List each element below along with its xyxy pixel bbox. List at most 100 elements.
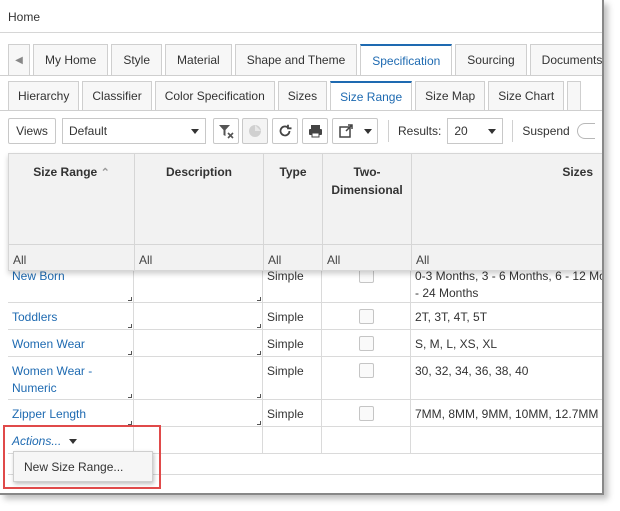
resize-handle[interactable] <box>128 297 132 301</box>
view-select-value: Default <box>69 124 108 138</box>
table-row: Zipper Length Simple 7MM, 8MM, 9MM, 10MM… <box>8 400 602 427</box>
description-cell[interactable] <box>134 330 263 356</box>
type-cell: Simple <box>263 330 322 356</box>
two-dimensional-checkbox[interactable] <box>358 406 374 421</box>
table-row: Women Wear Simple S, M, L, XS, XL <box>8 330 602 357</box>
column-title: Type <box>279 165 307 179</box>
description-cell[interactable] <box>134 357 263 399</box>
tab-my-home[interactable]: My Home <box>33 44 109 75</box>
results-select[interactable]: 20 <box>447 118 504 144</box>
resize-handle[interactable] <box>257 421 261 425</box>
description-cell[interactable] <box>134 400 263 426</box>
column-header-size-range[interactable]: Size Range ⌃ All <box>9 154 135 272</box>
two-dimensional-cell <box>322 357 411 399</box>
description-cell[interactable] <box>134 303 263 329</box>
tab-size-range[interactable]: Size Range <box>330 81 413 110</box>
size-range-link[interactable]: Women Wear - Numeric <box>12 364 92 395</box>
resize-handle[interactable] <box>257 394 261 398</box>
empty-cell <box>411 427 602 453</box>
column-title: Two- Dimensional <box>331 165 403 197</box>
table-row: Women Wear - Numeric Simple 30, 32, 34, … <box>8 357 602 400</box>
filter-two-dimensional[interactable]: All <box>323 244 411 272</box>
chevron-down-icon <box>363 128 372 134</box>
tab-shape-and-theme[interactable]: Shape and Theme <box>234 44 358 75</box>
app-window: Home ◀ My Home Style Material Shape and … <box>0 0 604 495</box>
sizes-cell: 7MM, 8MM, 9MM, 10MM, 12.7MM <box>415 407 599 421</box>
views-label: Views <box>16 124 48 138</box>
tab-sizes[interactable]: Sizes <box>277 81 328 110</box>
sub-tab-bar: Hierarchy Classifier Color Specification… <box>8 81 584 110</box>
type-cell: Simple <box>263 400 322 426</box>
resize-handle[interactable] <box>128 394 132 398</box>
size-range-cell: Toddlers <box>8 303 134 329</box>
resize-handle[interactable] <box>128 324 132 328</box>
views-button[interactable]: Views <box>8 118 56 144</box>
highlight-box <box>3 425 161 489</box>
sizes-cell: 30, 32, 34, 36, 38, 40 <box>415 364 529 378</box>
size-range-cell: Women Wear <box>8 330 134 356</box>
empty-cell <box>322 427 411 453</box>
table-row: Toddlers Simple 2T, 3T, 4T, 5T <box>8 303 602 330</box>
tab-sourcing[interactable]: Sourcing <box>455 44 527 75</box>
suspend-label: Suspend <box>522 124 570 138</box>
home-label[interactable]: Home <box>8 10 40 24</box>
filter-size-range[interactable]: All <box>9 244 134 272</box>
clear-filter-icon[interactable] <box>213 118 239 144</box>
tab-size-map[interactable]: Size Map <box>415 81 486 110</box>
column-title: Description <box>165 165 232 179</box>
breadcrumb: Home <box>0 0 602 33</box>
chevron-down-icon <box>191 128 199 134</box>
tab-specification[interactable]: Specification <box>360 44 453 75</box>
tab-size-chart[interactable]: Size Chart <box>488 81 565 110</box>
two-dimensional-checkbox[interactable] <box>358 336 374 351</box>
tab-divider <box>0 75 602 76</box>
sub-tab-divider <box>0 110 602 111</box>
tab-material[interactable]: Material <box>165 44 232 75</box>
two-dimensional-cell <box>322 303 411 329</box>
main-tab-bar: ◀ My Home Style Material Shape and Theme… <box>8 44 602 75</box>
column-header-description[interactable]: Description All <box>135 154 264 272</box>
column-header-two-dimensional[interactable]: Two- Dimensional All <box>323 154 412 272</box>
export-icon <box>338 124 353 138</box>
tab-documents[interactable]: Documents <box>529 44 602 75</box>
column-header-sizes[interactable]: Sizes All <box>412 154 602 272</box>
toolbar-separator <box>512 120 514 142</box>
tab-hierarchy[interactable]: Hierarchy <box>8 81 80 110</box>
results-label: Results: <box>398 124 442 138</box>
chart-icon[interactable] <box>242 118 268 144</box>
view-select[interactable]: Default <box>62 118 206 144</box>
filter-type[interactable]: All <box>264 244 322 272</box>
grid-header: Size Range ⌃ All Description All Type Al… <box>8 153 602 272</box>
chevron-down-icon <box>488 128 497 134</box>
tab-style[interactable]: Style <box>111 44 163 75</box>
sort-ascending-icon[interactable]: ⌃ <box>101 167 110 179</box>
toolbar-separator <box>388 120 389 142</box>
export-menu-button[interactable] <box>332 118 378 144</box>
refresh-icon[interactable] <box>272 118 298 144</box>
empty-cell <box>263 427 322 453</box>
print-icon[interactable] <box>302 118 328 144</box>
tab-overflow[interactable] <box>567 81 582 110</box>
toolbar: Views Default Results: 20 Suspend <box>8 117 595 145</box>
suspend-toggle[interactable] <box>576 123 595 139</box>
column-header-type[interactable]: Type All <box>264 154 323 272</box>
column-title: Size Range <box>33 165 98 179</box>
size-range-link[interactable]: Zipper Length <box>12 407 86 421</box>
two-dimensional-cell <box>322 330 411 356</box>
resize-handle[interactable] <box>257 297 261 301</box>
resize-handle[interactable] <box>257 324 261 328</box>
two-dimensional-checkbox[interactable] <box>358 309 374 324</box>
size-range-link[interactable]: Toddlers <box>12 310 57 324</box>
two-dimensional-checkbox[interactable] <box>358 363 374 378</box>
filter-sizes[interactable]: All <box>412 244 602 272</box>
resize-handle[interactable] <box>257 351 261 355</box>
size-range-cell: Women Wear - Numeric <box>8 357 134 399</box>
tab-scroll-left-icon[interactable]: ◀ <box>8 44 30 75</box>
resize-handle[interactable] <box>128 351 132 355</box>
size-range-cell: Zipper Length <box>8 400 134 426</box>
size-range-link[interactable]: Women Wear <box>12 337 85 351</box>
type-cell: Simple <box>263 303 322 329</box>
tab-classifier[interactable]: Classifier <box>82 81 152 110</box>
tab-color-specification[interactable]: Color Specification <box>154 81 275 110</box>
filter-description[interactable]: All <box>135 244 263 272</box>
